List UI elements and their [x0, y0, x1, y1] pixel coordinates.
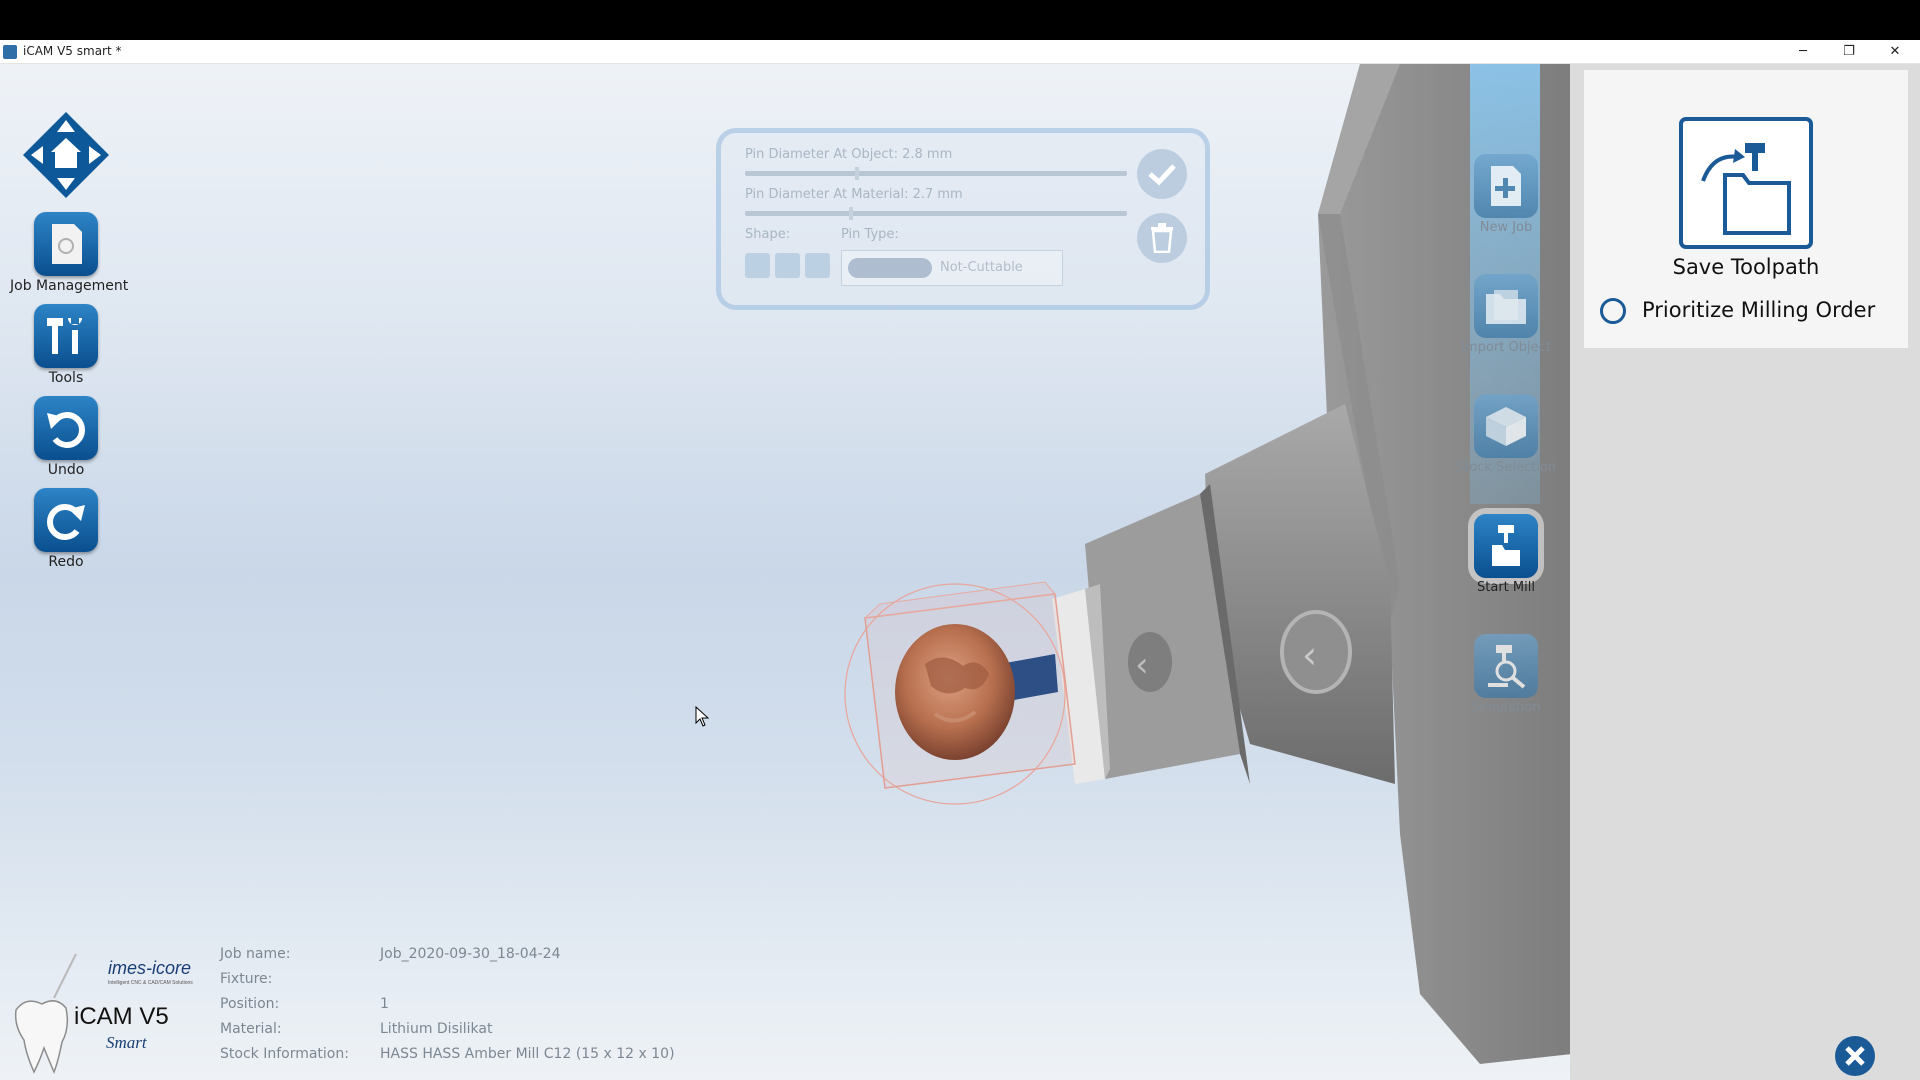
close-panel-button[interactable]	[1835, 1036, 1875, 1076]
shape-label: Shape:	[745, 227, 791, 242]
delete-pin-button[interactable]	[1137, 213, 1187, 263]
svg-text:‹: ‹	[1302, 633, 1317, 677]
pin-settings-panel: Pin Diameter At Object: 2.8 mm Pin Diame…	[716, 128, 1210, 310]
job-management-label: Job Management	[10, 278, 129, 294]
navigation-cross-icon	[23, 112, 109, 198]
import-object-label: Import Object	[1461, 340, 1551, 355]
import-object-button[interactable]: Import Object	[1440, 274, 1572, 355]
tools-button[interactable]: Tools	[30, 304, 102, 386]
pin-type-value: Not-Cuttable	[940, 260, 1023, 275]
pin-diameter-material-slider[interactable]	[745, 207, 1127, 220]
prioritize-milling-radio[interactable]	[1600, 298, 1626, 324]
stock-selection-button[interactable]: Stock Selection	[1440, 394, 1572, 475]
redo-label: Redo	[48, 554, 84, 570]
product-logo: imes-icore Intelligent CNC & CAD/CAM Sol…	[10, 952, 210, 1074]
undo-label: Undo	[47, 462, 85, 478]
pin-diameter-object-slider[interactable]	[745, 167, 1127, 180]
folder-icon	[1474, 274, 1538, 338]
pin-type-swatch	[848, 258, 932, 278]
product-name: iCAM V5	[74, 1003, 169, 1030]
shape-round-button[interactable]	[745, 253, 770, 278]
redo-icon	[34, 488, 98, 552]
start-mill-button[interactable]: Start Mill	[1440, 514, 1572, 595]
new-job-label: New Job	[1479, 220, 1533, 235]
brand-name: imes-icore	[108, 958, 191, 978]
minimize-button[interactable]: ─	[1780, 40, 1826, 63]
app-window: iCAM V5 smart * ─ ❐ ✕ ‹ ‹ Job Management…	[0, 40, 1920, 1080]
app-icon	[3, 45, 17, 59]
simulation-label: Simulation	[1471, 700, 1541, 715]
undo-button[interactable]: Undo	[30, 396, 102, 478]
info-row-material: Material: Lithium Disilikat	[220, 1021, 493, 1037]
tools-icon	[34, 304, 98, 368]
shape-wave-button[interactable]	[775, 253, 800, 278]
job-management-button[interactable]: Job Management	[10, 212, 128, 294]
checkmark-icon	[1148, 164, 1176, 186]
prioritize-milling-label: Prioritize Milling Order	[1642, 298, 1876, 322]
product-edition: Smart	[106, 1033, 148, 1052]
confirm-pin-button[interactable]	[1137, 149, 1187, 199]
new-document-icon	[1474, 154, 1538, 218]
mouse-cursor-icon	[695, 706, 710, 727]
pin-type-selector[interactable]: Not-Cuttable	[841, 250, 1063, 286]
position-value: 1	[380, 996, 389, 1012]
new-job-button[interactable]: New Job	[1440, 154, 1572, 235]
pin-diameter-object-label: Pin Diameter At Object: 2.8 mm	[745, 147, 953, 162]
save-toolpath-button[interactable]	[1679, 117, 1813, 249]
close-icon	[1845, 1046, 1865, 1066]
undo-icon	[34, 396, 98, 460]
tooth-logo-icon: imes-icore Intelligent CNC & CAD/CAM Sol…	[14, 953, 193, 1074]
tools-label: Tools	[48, 370, 84, 386]
svg-text:‹: ‹	[1135, 645, 1149, 685]
navigation-button[interactable]	[23, 112, 109, 202]
mill-icon	[1474, 514, 1538, 578]
start-mill-label: Start Mill	[1477, 580, 1535, 595]
pin-type-label: Pin Type:	[841, 227, 899, 242]
info-row-fixture: Fixture:	[220, 971, 273, 987]
document-icon	[34, 212, 98, 276]
stock-box-icon	[1474, 394, 1538, 458]
save-folder-icon	[1701, 143, 1791, 235]
window-title: iCAM V5 smart *	[23, 44, 122, 58]
simulation-icon	[1474, 634, 1538, 698]
right-panel: Save Toolpath Prioritize Milling Order	[1570, 64, 1920, 1080]
stock-value: HASS HASS Amber Mill C12 (15 x 12 x 10)	[380, 1046, 675, 1062]
3d-viewport[interactable]: ‹ ‹ Job Management Tools Undo Redo Pin D…	[0, 64, 1920, 1080]
shape-rect-button[interactable]	[805, 253, 830, 278]
info-row-job-name: Job name: Job_2020-09-30_18-04-24	[220, 946, 561, 962]
trash-icon	[1151, 223, 1173, 253]
info-row-position: Position: 1	[220, 996, 389, 1012]
title-bar: iCAM V5 smart * ─ ❐ ✕	[0, 40, 1920, 64]
stock-selection-label: Stock Selection	[1455, 460, 1557, 475]
pin-diameter-material-label: Pin Diameter At Material: 2.7 mm	[745, 187, 963, 202]
save-toolpath-card: Save Toolpath Prioritize Milling Order	[1584, 70, 1908, 348]
restore-button[interactable]: ❐	[1826, 40, 1872, 63]
info-row-stock: Stock Information: HASS HASS Amber Mill C…	[220, 1046, 675, 1062]
close-window-button[interactable]: ✕	[1872, 40, 1918, 63]
redo-button[interactable]: Redo	[30, 488, 102, 570]
simulation-button[interactable]: Simulation	[1440, 634, 1572, 715]
brand-subtitle: Intelligent CNC & CAD/CAM Solutions	[108, 980, 193, 986]
material-value: Lithium Disilikat	[380, 1021, 493, 1037]
save-toolpath-label: Save Toolpath	[1672, 255, 1820, 279]
job-name-value: Job_2020-09-30_18-04-24	[380, 946, 561, 962]
